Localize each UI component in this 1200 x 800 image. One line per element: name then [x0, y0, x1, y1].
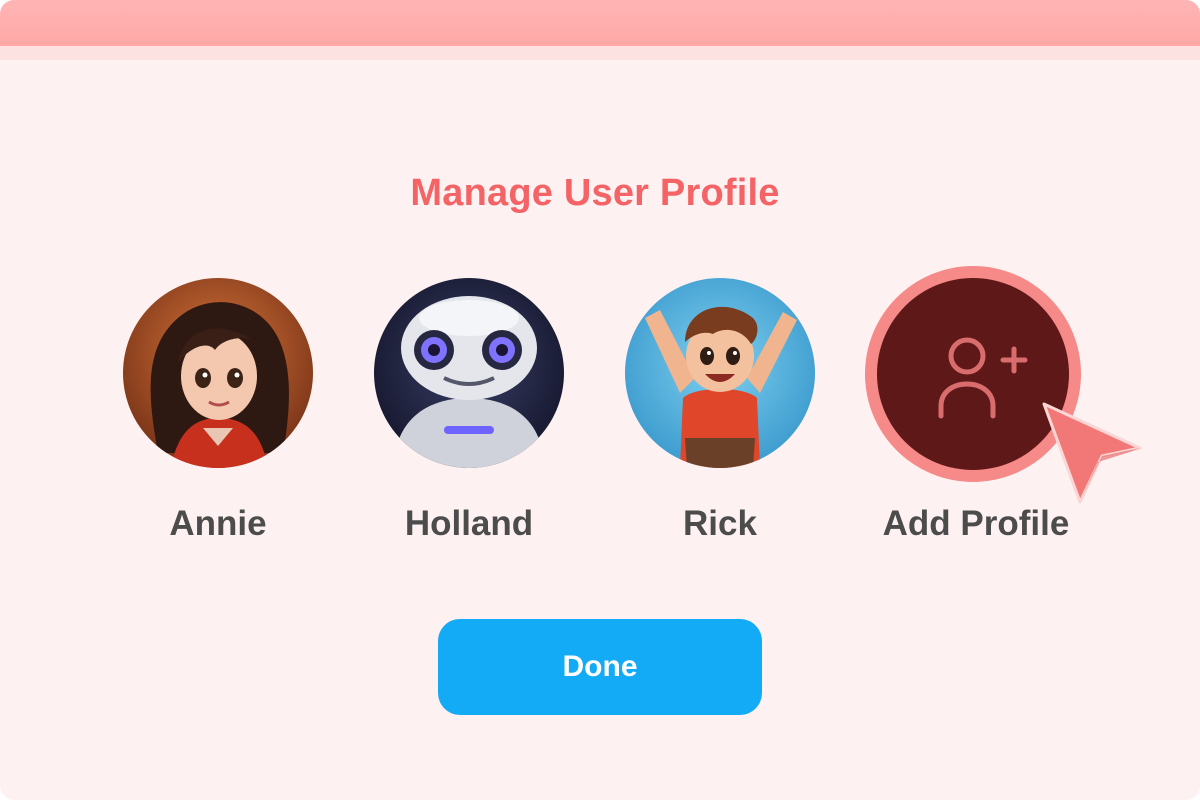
window-title-bar — [0, 0, 1200, 46]
add-user-icon — [938, 337, 1028, 419]
profile-name-holland[interactable]: Holland — [329, 504, 609, 544]
holland-avatar[interactable] — [374, 278, 564, 468]
title-bar-divider — [0, 46, 1200, 60]
rick-avatar[interactable] — [625, 278, 815, 468]
profile-name-rick[interactable]: Rick — [580, 504, 860, 544]
profile-card-holland[interactable]: Holland — [369, 278, 569, 558]
page-title: Manage User Profile — [410, 172, 780, 214]
add-profile-label[interactable]: Add Profile — [826, 504, 1126, 544]
done-button[interactable]: Done — [438, 619, 762, 715]
pointer-cursor-icon — [1042, 402, 1142, 504]
profile-card-rick[interactable]: Rick — [620, 278, 820, 558]
profile-name-annie[interactable]: Annie — [78, 504, 358, 544]
annie-avatar[interactable] — [123, 278, 313, 468]
manage-profile-window: Manage User Profile Annie Holland Rick A… — [0, 0, 1200, 800]
profile-card-annie[interactable]: Annie — [118, 278, 318, 558]
